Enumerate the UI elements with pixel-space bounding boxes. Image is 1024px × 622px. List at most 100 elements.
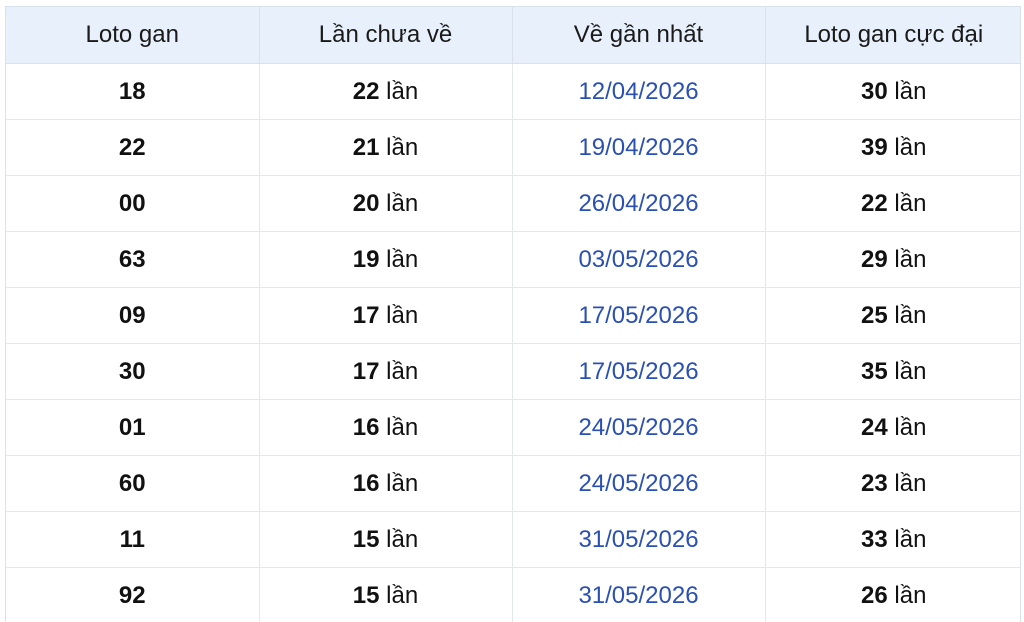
header-ve-gan-nhat: Về gần nhất xyxy=(512,7,766,64)
loto-number: 63 xyxy=(118,245,146,273)
max-gap-count: 25 xyxy=(861,301,888,329)
table-row: 60 16 lần 24/05/2026 23 lần xyxy=(6,455,1020,512)
missed-unit: lần xyxy=(386,77,419,105)
missed-unit: lần xyxy=(386,189,419,217)
missed-count: 21 xyxy=(352,133,380,161)
last-appearance-cell: 24/05/2026 xyxy=(512,399,766,456)
missed-count-cell: 20 lần xyxy=(259,175,513,232)
table-row: 09 17 lần 17/05/2026 25 lần xyxy=(6,287,1020,344)
last-appearance-cell: 12/04/2026 xyxy=(512,63,766,120)
max-gap-count: 39 xyxy=(861,133,888,161)
last-appearance-cell: 24/05/2026 xyxy=(512,455,766,512)
max-gap-count: 29 xyxy=(861,245,888,273)
max-gap-count: 23 xyxy=(861,469,888,497)
max-gap-count: 26 xyxy=(861,581,888,609)
loto-number-cell: 11 xyxy=(6,511,260,568)
max-gap-cell: 23 lần xyxy=(765,455,1020,512)
loto-number: 22 xyxy=(118,133,146,161)
header-loto-gan: Loto gan xyxy=(6,7,260,64)
missed-count: 20 xyxy=(352,189,380,217)
last-appearance-date: 24/05/2026 xyxy=(578,469,699,497)
last-appearance-date: 26/04/2026 xyxy=(578,189,699,217)
missed-count: 15 xyxy=(352,581,380,609)
loto-number: 18 xyxy=(118,77,146,105)
table-row: 22 21 lần 19/04/2026 39 lần xyxy=(6,119,1020,176)
missed-count: 16 xyxy=(352,469,380,497)
loto-number-cell: 01 xyxy=(6,399,260,456)
max-gap-cell: 22 lần xyxy=(765,175,1020,232)
table-row: 92 15 lần 31/05/2026 26 lần xyxy=(6,567,1020,622)
last-appearance-date: 03/05/2026 xyxy=(578,245,699,273)
max-gap-unit: lần xyxy=(894,469,927,497)
missed-unit: lần xyxy=(386,525,419,553)
loto-number: 30 xyxy=(118,357,146,385)
max-gap-cell: 35 lần xyxy=(765,343,1020,400)
loto-number-cell: 09 xyxy=(6,287,260,344)
last-appearance-date: 17/05/2026 xyxy=(578,357,699,385)
missed-count: 16 xyxy=(352,413,380,441)
max-gap-unit: lần xyxy=(894,245,927,273)
table-row: 11 15 lần 31/05/2026 33 lần xyxy=(6,511,1020,568)
max-gap-count: 30 xyxy=(861,77,888,105)
table-header-row: Loto gan Lần chưa về Về gần nhất Loto ga… xyxy=(6,7,1020,64)
missed-unit: lần xyxy=(386,413,419,441)
table-row: 63 19 lần 03/05/2026 29 lần xyxy=(6,231,1020,288)
loto-number: 00 xyxy=(118,189,146,217)
loto-number-cell: 63 xyxy=(6,231,260,288)
last-appearance-cell: 17/05/2026 xyxy=(512,287,766,344)
loto-number-cell: 92 xyxy=(6,567,260,622)
header-loto-gan-cuc-dai: Loto gan cực đại xyxy=(765,7,1020,64)
max-gap-unit: lần xyxy=(894,581,927,609)
missed-count-cell: 15 lần xyxy=(259,567,513,622)
max-gap-unit: lần xyxy=(894,357,927,385)
loto-number-cell: 60 xyxy=(6,455,260,512)
missed-unit: lần xyxy=(386,469,419,497)
loto-number-cell: 22 xyxy=(6,119,260,176)
last-appearance-date: 19/04/2026 xyxy=(578,133,699,161)
loto-number: 01 xyxy=(118,413,146,441)
header-lan-chua-ve: Lần chưa về xyxy=(259,7,513,64)
loto-number: 09 xyxy=(118,301,146,329)
loto-gan-table: Loto gan Lần chưa về Về gần nhất Loto ga… xyxy=(6,7,1020,622)
last-appearance-cell: 17/05/2026 xyxy=(512,343,766,400)
loto-number: 11 xyxy=(119,525,145,553)
last-appearance-date: 31/05/2026 xyxy=(578,525,699,553)
missed-count: 17 xyxy=(352,357,380,385)
max-gap-cell: 25 lần xyxy=(765,287,1020,344)
loto-number: 60 xyxy=(118,469,146,497)
missed-unit: lần xyxy=(386,245,419,273)
last-appearance-cell: 31/05/2026 xyxy=(512,511,766,568)
loto-gan-table-container: Loto gan Lần chưa về Về gần nhất Loto ga… xyxy=(5,6,1021,622)
max-gap-unit: lần xyxy=(894,189,927,217)
missed-count: 15 xyxy=(352,525,380,553)
loto-number-cell: 30 xyxy=(6,343,260,400)
missed-count-cell: 22 lần xyxy=(259,63,513,120)
missed-unit: lần xyxy=(386,301,419,329)
loto-number-cell: 00 xyxy=(6,175,260,232)
missed-count-cell: 16 lần xyxy=(259,399,513,456)
max-gap-cell: 26 lần xyxy=(765,567,1020,622)
table-row: 30 17 lần 17/05/2026 35 lần xyxy=(6,343,1020,400)
missed-count-cell: 21 lần xyxy=(259,119,513,176)
last-appearance-cell: 19/04/2026 xyxy=(512,119,766,176)
missed-count-cell: 16 lần xyxy=(259,455,513,512)
last-appearance-date: 12/04/2026 xyxy=(578,77,699,105)
max-gap-unit: lần xyxy=(894,77,927,105)
last-appearance-date: 31/05/2026 xyxy=(578,581,699,609)
missed-unit: lần xyxy=(386,357,419,385)
missed-count-cell: 17 lần xyxy=(259,287,513,344)
last-appearance-cell: 26/04/2026 xyxy=(512,175,766,232)
max-gap-unit: lần xyxy=(894,525,927,553)
missed-count: 17 xyxy=(352,301,380,329)
last-appearance-date: 17/05/2026 xyxy=(578,301,699,329)
max-gap-cell: 30 lần xyxy=(765,63,1020,120)
max-gap-count: 24 xyxy=(861,413,888,441)
missed-unit: lần xyxy=(386,133,419,161)
missed-unit: lần xyxy=(386,581,419,609)
max-gap-unit: lần xyxy=(894,301,927,329)
table-row: 01 16 lần 24/05/2026 24 lần xyxy=(6,399,1020,456)
max-gap-count: 33 xyxy=(861,525,888,553)
missed-count: 22 xyxy=(352,77,380,105)
max-gap-cell: 24 lần xyxy=(765,399,1020,456)
max-gap-cell: 33 lần xyxy=(765,511,1020,568)
